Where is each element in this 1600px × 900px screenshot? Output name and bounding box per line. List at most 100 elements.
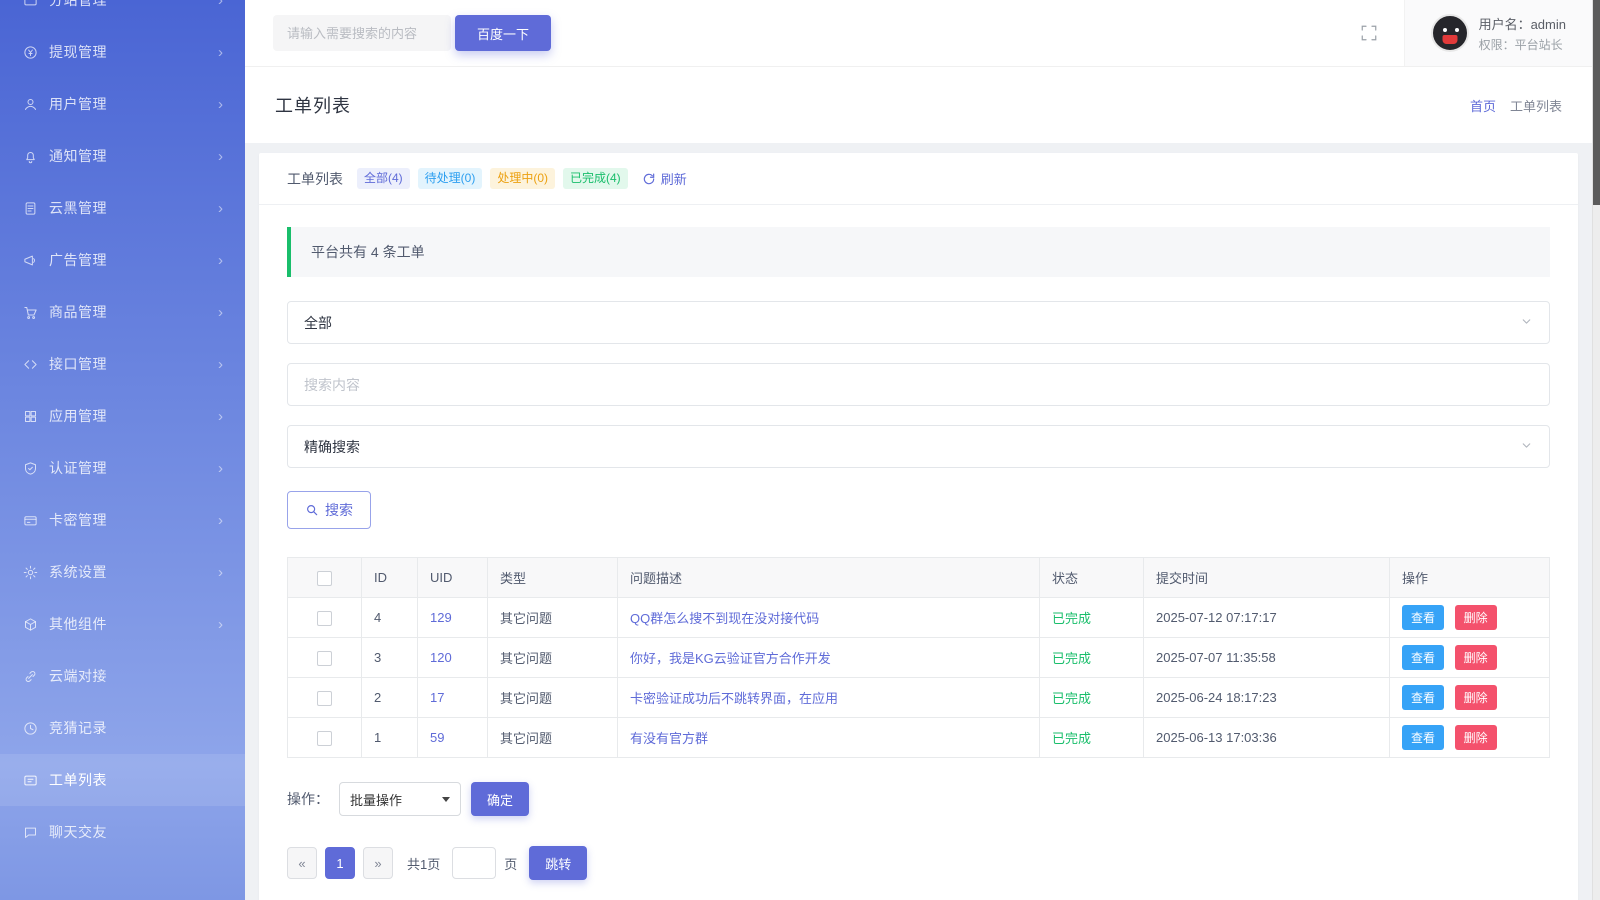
shield-icon: [22, 460, 38, 476]
vertical-scrollbar[interactable]: [1592, 0, 1600, 900]
sidebar-item-users[interactable]: 用户管理: [0, 78, 245, 130]
cell-id: 1: [361, 717, 418, 758]
prev-page-button[interactable]: «: [287, 847, 317, 879]
sitemap-icon: [22, 0, 38, 8]
breadcrumb: 首页 工单列表: [1470, 96, 1562, 115]
chevron-right-icon: [218, 460, 223, 477]
type-select[interactable]: 全部: [287, 301, 1550, 344]
username-label: 用户名：admin: [1478, 16, 1566, 32]
chevron-right-icon: [218, 512, 223, 529]
filter-all-badge[interactable]: 全部(4): [357, 167, 410, 190]
card-title: 工单列表: [287, 170, 343, 187]
sidebar-item-goods[interactable]: 商品管理: [0, 286, 245, 338]
row-checkbox[interactable]: [317, 690, 332, 706]
view-button[interactable]: 查看: [1402, 725, 1445, 750]
fullscreen-icon[interactable]: [1360, 24, 1378, 42]
sidebar-item-auth[interactable]: 认证管理: [0, 442, 245, 494]
delete-button[interactable]: 删除: [1454, 725, 1497, 750]
sidebar-item-chat[interactable]: 聊天交友: [0, 806, 245, 858]
mode-select[interactable]: 精确搜索: [287, 425, 1550, 468]
batch-confirm-button[interactable]: 确定: [471, 782, 530, 816]
cell-desc-link[interactable]: 你好，我是KG云验证官方合作开发: [617, 637, 1040, 678]
sidebar-item-components[interactable]: 其他组件: [0, 598, 245, 650]
delete-button[interactable]: 删除: [1454, 645, 1497, 670]
code-icon: [22, 356, 38, 372]
next-page-button[interactable]: »: [363, 847, 393, 879]
view-button[interactable]: 查看: [1402, 685, 1445, 710]
chevron-right-icon: [218, 408, 223, 425]
search-button-label: 搜索: [325, 502, 353, 518]
sidebar-item-notice[interactable]: 通知管理: [0, 130, 245, 182]
sidebar-item-workorders[interactable]: 工单列表: [0, 754, 245, 806]
page-1-button[interactable]: 1: [325, 847, 355, 879]
sidebar-item-settings[interactable]: 系统设置: [0, 546, 245, 598]
sidebar-item-cloud[interactable]: 云端对接: [0, 650, 245, 702]
table-row: 1 59 其它问题 有没有官方群 已完成 2025-06-13 17:03:36…: [287, 717, 1550, 758]
select-all-checkbox[interactable]: [317, 570, 332, 586]
sidebar-item-label: 云黑管理: [49, 200, 107, 216]
chevron-down-icon: [442, 796, 450, 802]
sidebar-item-apps[interactable]: 应用管理: [0, 390, 245, 442]
delete-button[interactable]: 删除: [1454, 685, 1497, 710]
filter-done-badge[interactable]: 已完成(4): [563, 167, 628, 190]
sidebar-item-blacklist[interactable]: 云黑管理: [0, 182, 245, 234]
cell-uid-link[interactable]: 129: [417, 597, 488, 638]
sidebar-item-ads[interactable]: 广告管理: [0, 234, 245, 286]
sidebar-item-withdraw[interactable]: 提现管理: [0, 26, 245, 78]
col-header-status: 状态: [1039, 557, 1144, 598]
chevron-right-icon: [218, 564, 223, 581]
refresh-button[interactable]: 刷新: [642, 169, 687, 188]
sidebar-item-label: 应用管理: [49, 408, 107, 424]
filter-processing-badge[interactable]: 处理中(0): [490, 167, 556, 190]
delete-button[interactable]: 删除: [1454, 605, 1497, 630]
cell-uid-link[interactable]: 59: [417, 717, 488, 758]
sidebar-item-api[interactable]: 接口管理: [0, 338, 245, 390]
sidebar-item-label: 用户管理: [49, 96, 107, 112]
chevron-right-icon: [218, 44, 223, 61]
cart-icon: [22, 304, 38, 320]
view-button[interactable]: 查看: [1402, 605, 1445, 630]
cell-time: 2025-07-07 11:35:58: [1143, 637, 1390, 678]
sidebar-item-records[interactable]: 竞猜记录: [0, 702, 245, 754]
sidebar-item-cardkey[interactable]: 卡密管理: [0, 494, 245, 546]
cell-uid-link[interactable]: 120: [417, 637, 488, 678]
sidebar-item-label: 商品管理: [49, 304, 107, 320]
row-checkbox[interactable]: [317, 610, 332, 626]
filter-pending-badge[interactable]: 待处理(0): [417, 167, 483, 190]
row-checkbox[interactable]: [317, 730, 332, 746]
keyword-input[interactable]: [304, 376, 1533, 393]
cell-uid-link[interactable]: 17: [417, 677, 488, 718]
document-icon: [22, 200, 38, 216]
cell-status: 已完成: [1039, 637, 1144, 678]
sidebar-item-substation[interactable]: 分站管理: [0, 0, 245, 26]
chat-bubble-icon: [22, 824, 38, 840]
chevron-right-icon: [218, 200, 223, 217]
baidu-search-button[interactable]: 百度一下: [455, 15, 552, 51]
page-jump-button[interactable]: 跳转: [529, 846, 588, 880]
table-header-row: ID UID 类型 问题描述 状态 提交时间 操作: [287, 557, 1550, 598]
col-header-desc: 问题描述: [617, 557, 1040, 598]
chevron-right-icon: [218, 252, 223, 269]
batch-select[interactable]: 批量操作: [339, 782, 461, 816]
view-button[interactable]: 查看: [1402, 645, 1445, 670]
cell-type: 其它问题: [487, 717, 618, 758]
row-checkbox[interactable]: [317, 650, 332, 666]
page-jump-input[interactable]: [452, 847, 497, 879]
card-icon: [22, 512, 38, 528]
cell-id: 3: [361, 637, 418, 678]
cell-type: 其它问题: [487, 637, 618, 678]
chevron-right-icon: [218, 148, 223, 165]
cell-desc-link[interactable]: 有没有官方群: [617, 717, 1040, 758]
sidebar-menu: 分站管理 提现管理 用户管理 通知管理 云黑管理 广告管理: [0, 0, 245, 858]
table-row: 4 129 其它问题 QQ群怎么搜不到现在没对接代码 已完成 2025-07-1…: [287, 597, 1550, 638]
user-menu[interactable]: 用户名：admin 权限：平台站长: [1403, 0, 1592, 66]
sidebar-item-label: 竞猜记录: [49, 720, 107, 736]
cell-desc-link[interactable]: 卡密验证成功后不跳转界面，在应用: [617, 677, 1040, 718]
scrollbar-thumb[interactable]: [1593, 0, 1600, 205]
global-search-input[interactable]: [273, 15, 451, 51]
breadcrumb-home[interactable]: 首页: [1470, 96, 1496, 115]
cell-desc-link[interactable]: QQ群怎么搜不到现在没对接代码: [617, 597, 1040, 638]
sidebar-item-label: 认证管理: [49, 460, 107, 476]
refresh-label: 刷新: [660, 172, 687, 187]
search-button[interactable]: 搜索: [287, 491, 371, 529]
